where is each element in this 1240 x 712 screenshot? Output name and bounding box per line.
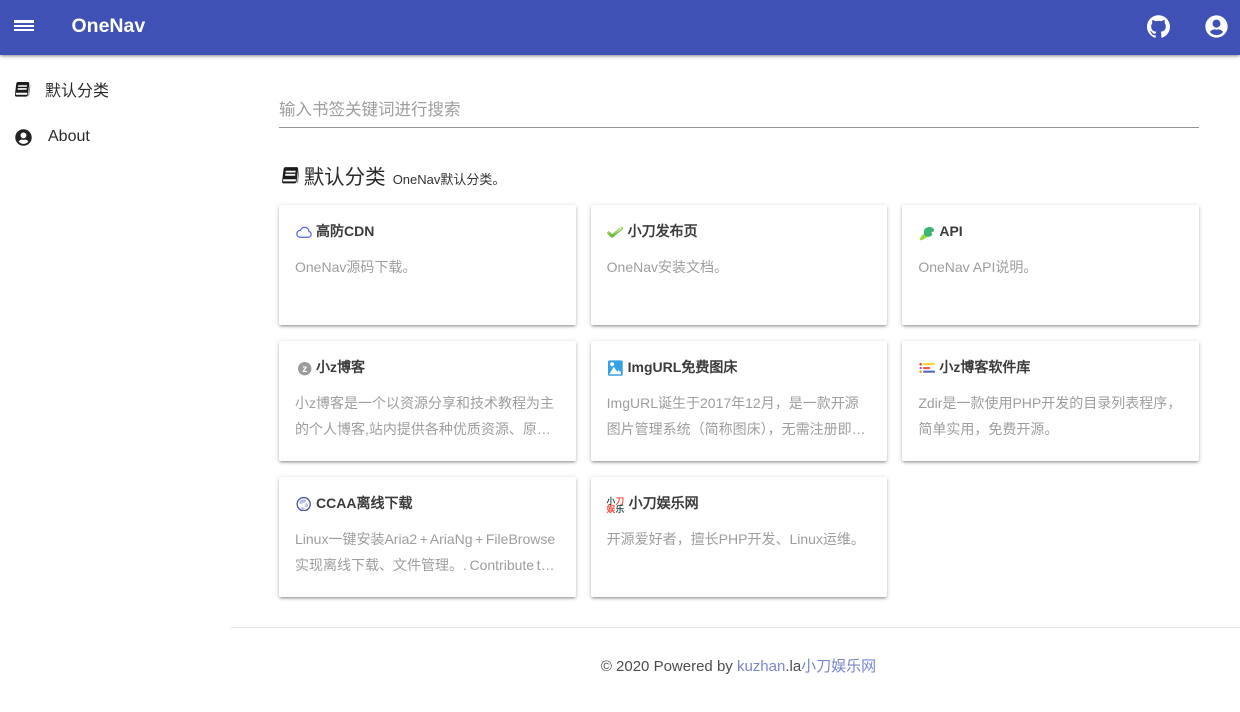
svg-text:z: z: [302, 364, 307, 375]
